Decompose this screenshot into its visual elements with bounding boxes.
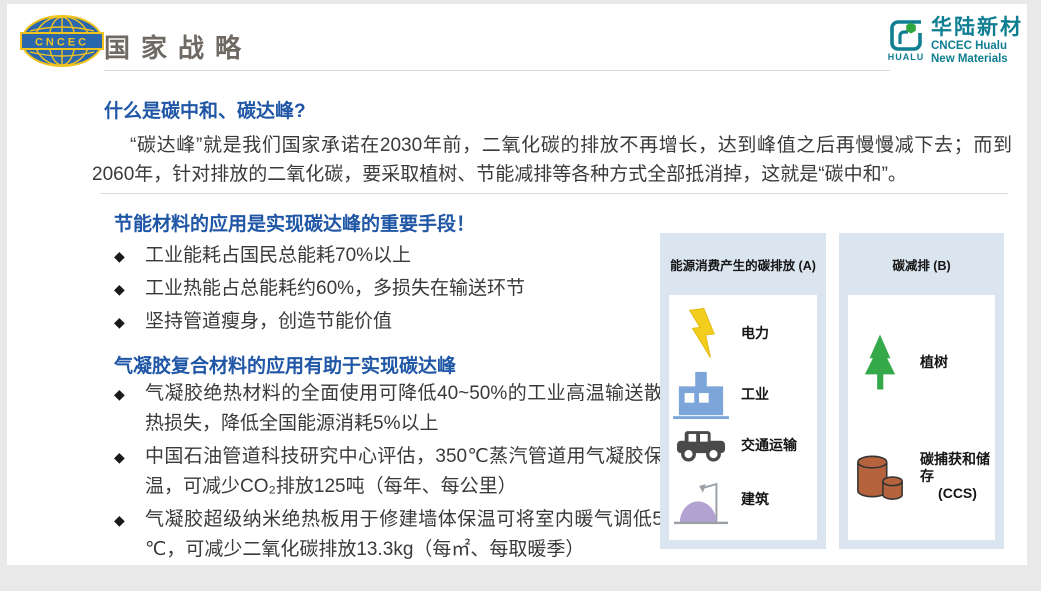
diamond-bullet-icon: ◆ [114, 379, 125, 409]
list-item: 建筑 [669, 472, 817, 527]
list-item: 交通运输 [669, 429, 817, 462]
intro-divider [100, 193, 1008, 194]
panel-a-title: 能源消费产生的碳排放 (A) [660, 233, 826, 295]
diamond-bullet-icon: ◆ [114, 274, 125, 304]
screenshot-background: CNCEC 国家战略 HUALU 华陆新材 CNCEC Hualu New Ma… [0, 0, 1041, 591]
tree-icon [862, 333, 898, 391]
slide-canvas: CNCEC 国家战略 HUALU 华陆新材 CNCEC Hualu New Ma… [7, 4, 1027, 565]
list-item: 工业 [669, 370, 817, 420]
diamond-bullet-icon: ◆ [114, 442, 125, 472]
bullet-text: 工业能耗占国民总能耗70%以上 [145, 245, 411, 266]
panel-item-label: 电力 [741, 325, 769, 342]
list-item: ◆ 气凝胶绝热材料的全面使用可降低40~50%的工业高温输送散热损失，降低全国能… [114, 379, 663, 439]
list-item: 植树 [848, 333, 995, 391]
panel-item-label: 交通运输 [741, 437, 797, 454]
intro-paragraph: “碳达峰”就是我们国家承诺在2030年前，二氧化碳的排放不再增长，达到峰值之后再… [92, 131, 1012, 189]
dome-building-icon [674, 472, 728, 527]
bullet-text: 坚持管道瘦身，创造节能价值 [145, 311, 392, 332]
page-title: 国家战略 [104, 28, 252, 65]
car-icon [677, 429, 725, 462]
storage-cylinders-icon [855, 452, 905, 501]
bullet-text: 工业热能占总能耗约60%，多损失在输送环节 [145, 278, 525, 299]
panel-item-label: 建筑 [741, 491, 769, 508]
intro-heading: 什么是碳中和、碳达峰? [104, 96, 306, 123]
diamond-bullet-icon: ◆ [114, 307, 125, 337]
panel-carbon-reduction: 碳减排 (B) 植树 [839, 233, 1004, 549]
lightning-icon [684, 308, 718, 360]
diamond-bullet-icon: ◆ [114, 241, 125, 271]
hualu-name-en-2: New Materials [931, 53, 1023, 66]
panel-item-label: 碳捕获和储存 (CCS) [920, 451, 995, 502]
panel-b-body: 植树 碳捕获和储存 (CCS) [848, 295, 995, 540]
panel-item-label: 工业 [741, 386, 769, 403]
list-item: ◆ 工业能耗占国民总能耗70%以上 [114, 241, 674, 271]
panel-a-body: 电力 工业 [669, 295, 817, 540]
factory-icon [673, 370, 729, 420]
section1-bullet-list: ◆ 工业能耗占国民总能耗70%以上 ◆ 工业热能占总能耗约60%，多损失在输送环… [114, 241, 674, 340]
hualu-mark-label: HUALU [888, 52, 925, 62]
panel-b-title: 碳减排 (B) [839, 233, 1004, 295]
section2-heading: 气凝胶复合材料的应用有助于实现碳达峰 [114, 351, 456, 378]
header-divider [104, 70, 890, 71]
panel-item-label: 植树 [920, 354, 948, 371]
cncec-globe-logo: CNCEC [20, 14, 104, 68]
list-item: 电力 [669, 308, 817, 360]
list-item: ◆ 坚持管道瘦身，创造节能价值 [114, 307, 674, 337]
section2-bullet-list: ◆ 气凝胶绝热材料的全面使用可降低40~50%的工业高温输送散热损失，降低全国能… [114, 379, 663, 568]
list-item: ◆ 气凝胶超级纳米绝热板用于修建墙体保温可将室内暖气调低5 ℃，可减少二氧化碳排… [114, 505, 663, 565]
ccs-label-line1: 碳捕获和储存 [920, 451, 995, 485]
diamond-bullet-icon: ◆ [114, 505, 125, 535]
hualu-mark-icon [887, 16, 925, 54]
cncec-logo-text: CNCEC [35, 37, 89, 49]
hualu-logo: HUALU 华陆新材 CNCEC Hualu New Materials [887, 16, 1023, 66]
bullet-text: 中国石油管道科技研究中心评估，350℃蒸汽管道用气凝胶保温，可减少CO₂排放12… [145, 446, 663, 497]
hualu-name-cn: 华陆新材 [931, 16, 1023, 40]
bullet-text: 气凝胶绝热材料的全面使用可降低40~50%的工业高温输送散热损失，降低全国能源消… [145, 383, 663, 434]
hualu-name-en-1: CNCEC Hualu [931, 40, 1023, 53]
panel-carbon-emissions: 能源消费产生的碳排放 (A) 电力 [660, 233, 826, 549]
bullet-text: 气凝胶超级纳米绝热板用于修建墙体保温可将室内暖气调低5 ℃，可减少二氧化碳排放1… [145, 509, 663, 560]
list-item: 碳捕获和储存 (CCS) [848, 451, 995, 502]
list-item: ◆ 工业热能占总能耗约60%，多损失在输送环节 [114, 274, 674, 304]
section1-heading: 节能材料的应用是实现碳达峰的重要手段！ [114, 209, 475, 236]
list-item: ◆ 中国石油管道科技研究中心评估，350℃蒸汽管道用气凝胶保温，可减少CO₂排放… [114, 442, 663, 502]
ccs-label-line2: (CCS) [920, 485, 995, 502]
